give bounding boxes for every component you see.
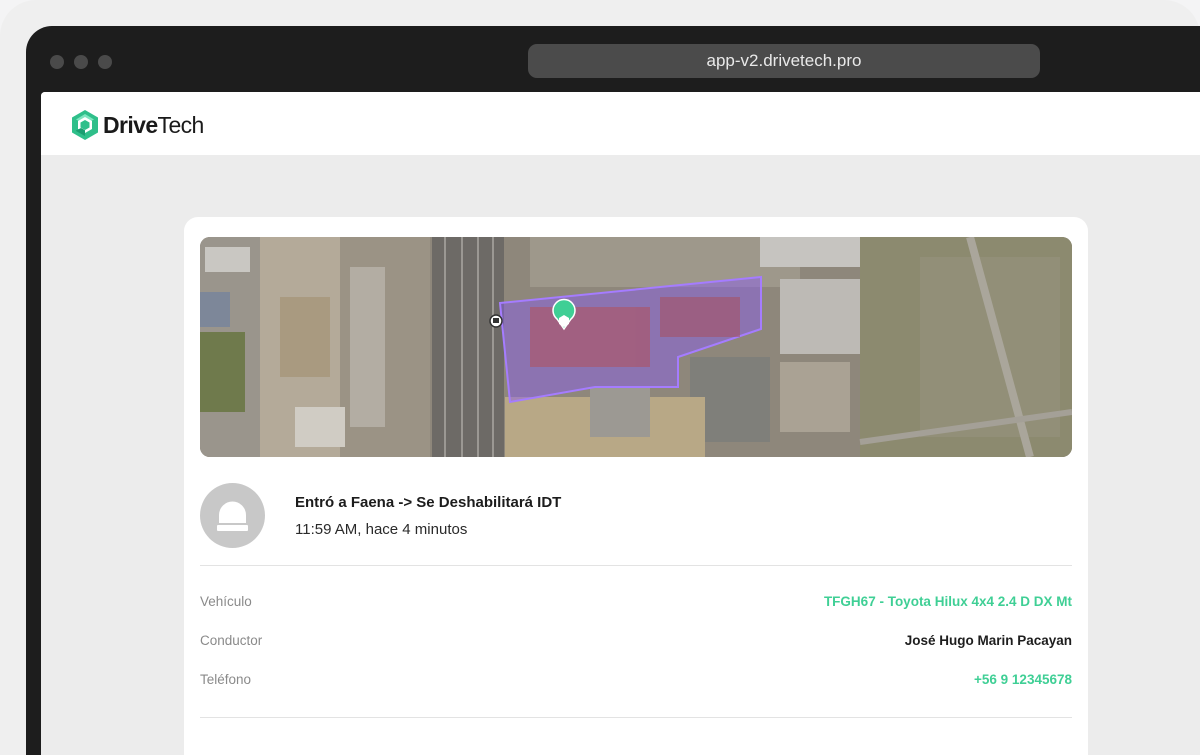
brand-name: DriveTech: [103, 111, 204, 138]
device-frame: app-v2.drivetech.pro DriveTech Entró a F…: [0, 0, 1200, 755]
event-title: Entró a Faena -> Se Deshabilitará IDT: [295, 494, 562, 511]
satellite-map[interactable]: [200, 237, 1072, 457]
phone-link[interactable]: +56 9 12345678: [974, 672, 1072, 687]
phone-row: Teléfono +56 9 12345678: [200, 672, 1072, 692]
close-window-dot[interactable]: [50, 55, 64, 69]
vehicle-row: Vehículo TFGH67 - Toyota Hilux 4x4 2.4 D…: [200, 594, 1072, 614]
phone-label: Teléfono: [200, 672, 252, 687]
driver-row: Conductor José Hugo Marin Pacayan: [200, 633, 1072, 653]
address-bar[interactable]: app-v2.drivetech.pro: [528, 44, 1040, 78]
vehicle-link[interactable]: TFGH67 - Toyota Hilux 4x4 2.4 D DX Mt: [824, 594, 1072, 609]
browser-window: app-v2.drivetech.pro DriveTech Entró a F…: [26, 26, 1200, 755]
maximize-window-dot[interactable]: [98, 55, 112, 69]
driver-name: José Hugo Marin Pacayan: [904, 633, 1072, 648]
alarm-light-icon: [200, 483, 265, 548]
window-controls: [50, 55, 112, 69]
vehicle-label: Vehículo: [200, 594, 252, 609]
app-header: DriveTech: [41, 92, 1200, 155]
drivetech-logo[interactable]: DriveTech: [70, 109, 204, 141]
drivetech-logo-icon: [72, 110, 98, 140]
driver-label: Conductor: [200, 633, 263, 648]
minimize-window-dot[interactable]: [74, 55, 88, 69]
notification-card: Entró a Faena -> Se Deshabilitará IDT 11…: [184, 217, 1088, 755]
divider-top: [200, 565, 1072, 566]
divider-bottom: [200, 717, 1072, 718]
event-time: 11:59 AM, hace 4 minutos: [295, 521, 468, 538]
app-screen: DriveTech Entró a Faena -> Se Deshabilit…: [41, 92, 1200, 755]
